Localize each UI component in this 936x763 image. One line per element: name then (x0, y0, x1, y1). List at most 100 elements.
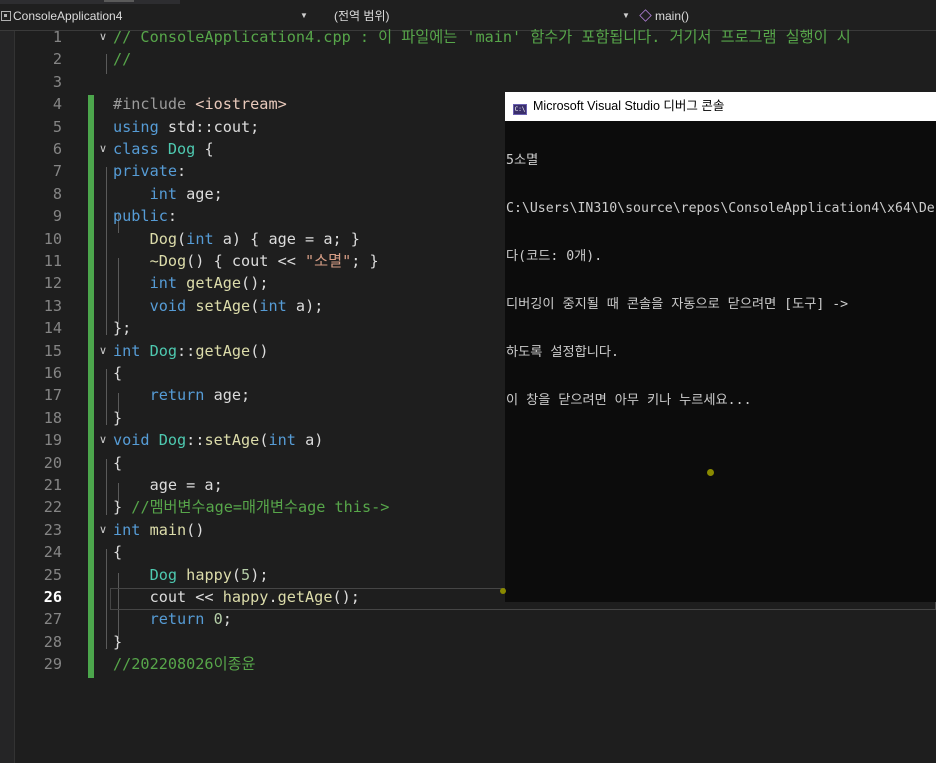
line-number: 10 (43, 229, 62, 248)
code-token: age; (177, 184, 223, 203)
scope-dropdown-label: (전역 범위) (334, 9, 390, 23)
code-token: } (113, 632, 123, 651)
code-text: } //멤버변수age=매개변수age this-> (113, 496, 389, 518)
chevron-down-icon: ▼ (622, 11, 630, 20)
fold-toggle-icon[interactable]: ∨ (99, 26, 107, 48)
code-text: { (113, 452, 122, 474)
fold-toggle-icon[interactable]: ∨ (99, 429, 107, 451)
code-line[interactable]: 2 // (0, 48, 936, 70)
code-token: a) (295, 431, 324, 450)
code-token: { (195, 140, 214, 158)
code-token: age; (204, 386, 251, 405)
code-text: Dog(int a) { age = a; } (113, 228, 360, 250)
console-line: 다(코드: 0개). (506, 249, 603, 264)
console-title-bar[interactable]: C:\ Microsoft Visual Studio 디버그 콘솔 (505, 92, 936, 121)
code-token: class (113, 140, 168, 158)
code-line[interactable]: 1 ∨ // ConsoleApplication4.cpp : 이 파일에는 'm… (0, 26, 936, 48)
code-line[interactable]: 28} (0, 631, 936, 653)
project-dropdown-label: ConsoleApplication4 (13, 9, 123, 23)
code-token: getAge (195, 341, 251, 360)
code-text: private: (113, 160, 186, 182)
line-number: 26 (43, 588, 62, 606)
code-token: :: (186, 431, 205, 450)
code-line[interactable]: 29 //202208026이종윤 (0, 653, 936, 675)
line-number: 12 (43, 274, 62, 293)
code-text: }; (113, 317, 131, 339)
line-number: 16 (43, 364, 62, 382)
code-token: }; (113, 319, 132, 338)
code-token: Dog (167, 140, 196, 158)
code-text: ~Dog() { cout << "소멸"; } (113, 250, 379, 272)
code-text: return 0; (113, 608, 232, 630)
code-token: using (113, 117, 168, 136)
code-text: // ConsoleApplication4.cpp : 이 파일에는 'mai… (113, 26, 851, 48)
fold-toggle-icon[interactable]: ∨ (99, 519, 107, 541)
cursor-dot (707, 469, 714, 476)
code-line[interactable]: 3 (0, 71, 936, 93)
fold-toggle-icon[interactable]: ∨ (99, 138, 107, 160)
code-token: // ConsoleApplication4.cpp : 이 파일에는 'mai… (113, 28, 851, 46)
line-number: 7 (52, 162, 62, 181)
code-token: return (149, 386, 205, 405)
line-number: 3 (52, 72, 62, 91)
line-number: 5 (52, 117, 62, 136)
code-token: a); (286, 296, 324, 315)
code-token: (); (241, 274, 269, 293)
console-line: 5소멸 (506, 153, 539, 168)
console-line: 하도록 설정합니다. (506, 345, 619, 360)
code-text: void setAge(int a); (113, 295, 324, 317)
code-text: int getAge(); (113, 272, 269, 294)
code-token: private (113, 162, 178, 181)
member-dropdown[interactable]: main() (636, 6, 936, 26)
code-token: Dog (149, 229, 178, 248)
code-token: . (268, 588, 278, 606)
code-token: getAge (277, 588, 333, 606)
line-number: 6 (52, 140, 62, 158)
line-number: 1 (52, 28, 62, 46)
code-token: int (149, 184, 178, 203)
code-token: { (113, 543, 123, 562)
console-line: 이 창을 닫으려면 아무 키나 누르세요... (506, 393, 752, 408)
code-token: int (268, 431, 296, 450)
code-token: int (259, 296, 287, 315)
code-text: #include <iostream> (113, 93, 287, 115)
code-token: 5 (241, 565, 251, 584)
line-number: 28 (43, 632, 62, 651)
code-token: int (113, 341, 141, 360)
code-token: Dog (149, 565, 178, 584)
code-line[interactable]: 27 return 0; (0, 608, 936, 630)
scope-dropdown[interactable]: (전역 범위) ▼ (318, 6, 632, 26)
code-token: setAge (204, 431, 260, 450)
code-token: happy (222, 588, 269, 606)
fold-toggle-icon[interactable]: ∨ (99, 340, 107, 362)
debug-console-window[interactable]: C:\ Microsoft Visual Studio 디버그 콘솔 5소멸 C:… (505, 92, 936, 602)
line-number: 11 (43, 252, 62, 270)
code-token: : (167, 207, 178, 226)
code-token: public (113, 207, 168, 226)
code-token: ( (231, 565, 242, 584)
line-number: 8 (52, 184, 62, 203)
line-number: 25 (43, 565, 62, 584)
code-text: //202208026이종윤 (113, 653, 256, 675)
code-token: () (250, 341, 269, 360)
code-token: ( (259, 431, 269, 450)
code-token: age = a; (113, 476, 223, 494)
code-token: } (113, 498, 132, 517)
code-token: happy (186, 565, 232, 584)
console-output: 5소멸 C:\Users\IN310\source\repos\ConsoleA… (505, 121, 936, 441)
line-number: 24 (43, 543, 62, 562)
code-token: : (177, 162, 187, 181)
line-number: 29 (43, 655, 62, 674)
code-token: int (186, 229, 214, 248)
code-text: Dog happy(5); (113, 564, 269, 586)
line-number: 13 (43, 296, 62, 315)
console-title: Microsoft Visual Studio 디버그 콘솔 (533, 99, 725, 113)
code-text: void Dog::setAge(int a) (113, 429, 323, 451)
project-dropdown[interactable]: ConsoleApplication4 ▼ (0, 6, 312, 26)
method-cube-icon (639, 9, 652, 22)
